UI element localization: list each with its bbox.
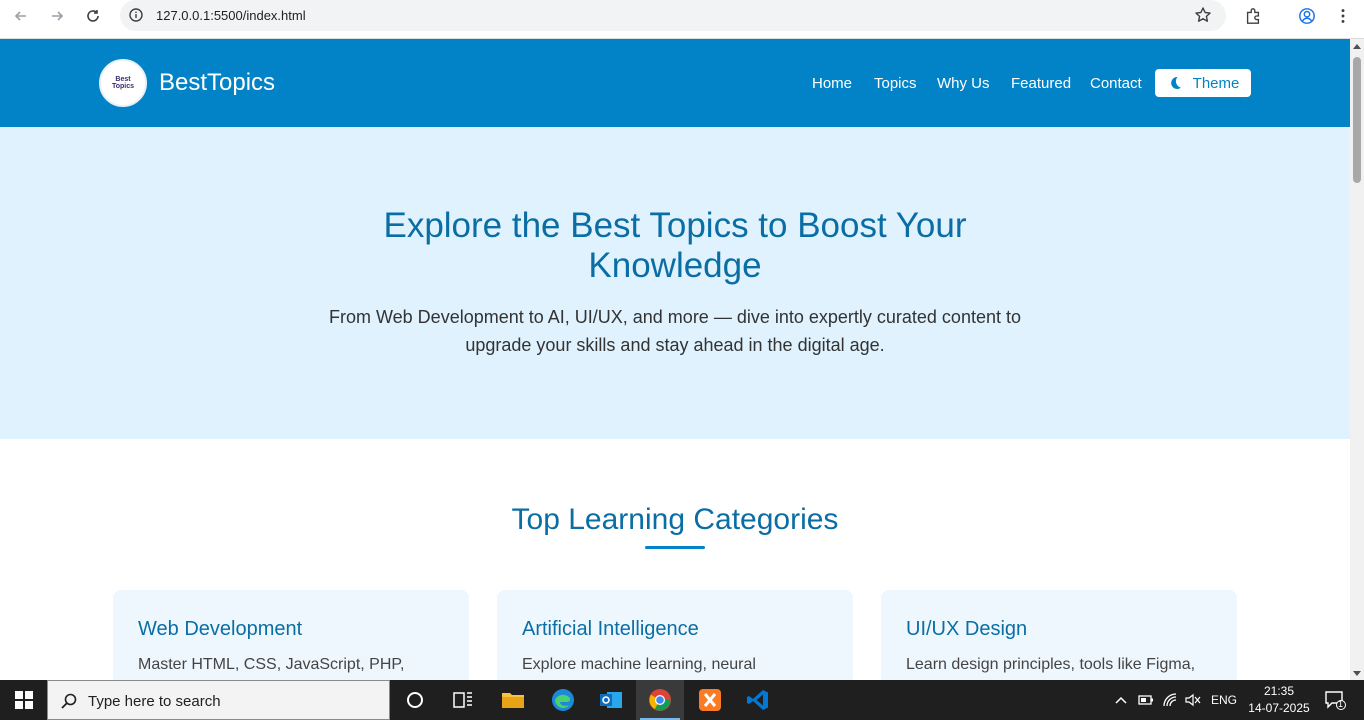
card-title: Artificial Intelligence	[522, 618, 699, 640]
system-clock[interactable]: 21:35 14-07-2025	[1244, 683, 1314, 717]
site-logo[interactable]: Best Topics	[99, 59, 147, 107]
card-title: Web Development	[138, 618, 303, 640]
theme-toggle-button[interactable]: Theme	[1155, 69, 1251, 97]
windows-taskbar: Type here to search ENG 21:35 14-07-2025	[0, 680, 1364, 720]
menu-kebab-icon[interactable]	[1332, 5, 1354, 27]
cortana-icon[interactable]	[391, 680, 439, 720]
url-text[interactable]: 127.0.0.1:5500/index.html	[156, 8, 306, 23]
hero-title: Explore the Best Topics to Boost Your Kn…	[383, 206, 967, 285]
task-view-icon[interactable]	[439, 680, 487, 720]
card-description: Master HTML, CSS, JavaScript, PHP,	[138, 656, 405, 673]
browser-toolbar: 127.0.0.1:5500/index.html	[0, 0, 1364, 39]
notifications-icon[interactable]: 1	[1324, 680, 1346, 720]
volume-muted-icon[interactable]	[1184, 680, 1202, 720]
address-bar[interactable]: 127.0.0.1:5500/index.html	[120, 0, 1226, 31]
notification-count: 1	[1338, 699, 1344, 709]
forward-icon[interactable]	[45, 4, 69, 28]
vscode-icon[interactable]	[734, 680, 782, 720]
card-description: Explore machine learning, neural	[522, 656, 756, 673]
clock-time: 21:35	[1263, 684, 1295, 698]
hero-subtitle: From Web Development to AI, UI/UX, and m…	[329, 307, 1021, 355]
clock-date: 14-07-2025	[1248, 701, 1310, 715]
moon-icon	[1170, 76, 1181, 89]
brand-name[interactable]: BestTopics	[159, 69, 275, 97]
show-hidden-icons-icon[interactable]	[1114, 680, 1128, 720]
back-icon[interactable]	[9, 4, 33, 28]
search-placeholder: Type here to search	[88, 693, 221, 710]
taskbar-search-box[interactable]: Type here to search	[47, 680, 390, 720]
extensions-icon[interactable]	[1242, 5, 1264, 27]
logo-text-line2: Topics	[111, 83, 135, 90]
bookmark-star-icon[interactable]	[1194, 6, 1212, 24]
file-explorer-icon[interactable]	[489, 680, 537, 720]
search-icon	[61, 693, 77, 709]
language-indicator[interactable]: ENG	[1211, 680, 1237, 720]
nav-link-topics[interactable]: Topics	[874, 75, 917, 92]
theme-label: Theme	[1192, 74, 1240, 92]
chrome-icon[interactable]	[636, 680, 684, 720]
outlook-icon[interactable]	[587, 680, 635, 720]
logo-text-line1: Best	[115, 76, 131, 83]
title-underline	[645, 546, 705, 549]
hero-section: Explore the Best Topics to Boost Your Kn…	[0, 127, 1350, 439]
reload-icon[interactable]	[81, 4, 105, 28]
nav-link-contact[interactable]: Contact	[1090, 75, 1142, 92]
profile-icon[interactable]	[1296, 5, 1318, 27]
page-scrollbar[interactable]	[1350, 39, 1364, 680]
network-icon[interactable]	[1162, 680, 1180, 720]
xampp-icon[interactable]	[686, 680, 734, 720]
scroll-up-arrow-icon[interactable]	[1353, 44, 1361, 49]
windows-start-icon[interactable]	[0, 680, 47, 720]
nav-link-home[interactable]: Home	[812, 75, 852, 92]
edge-browser-icon[interactable]	[539, 680, 587, 720]
site-info-icon[interactable]	[128, 7, 144, 23]
nav-link-why-us[interactable]: Why Us	[937, 75, 990, 92]
card-title: UI/UX Design	[906, 618, 1028, 640]
scroll-thumb[interactable]	[1353, 57, 1361, 183]
scroll-down-arrow-icon[interactable]	[1353, 671, 1361, 676]
nav-link-featured[interactable]: Featured	[1011, 75, 1071, 92]
categories-title: Top Learning Categories	[511, 503, 839, 536]
battery-icon[interactable]	[1138, 680, 1154, 720]
card-description: Learn design principles, tools like Figm…	[906, 656, 1196, 673]
site-header: Best Topics BestTopics Home Topics Why U…	[0, 39, 1350, 127]
